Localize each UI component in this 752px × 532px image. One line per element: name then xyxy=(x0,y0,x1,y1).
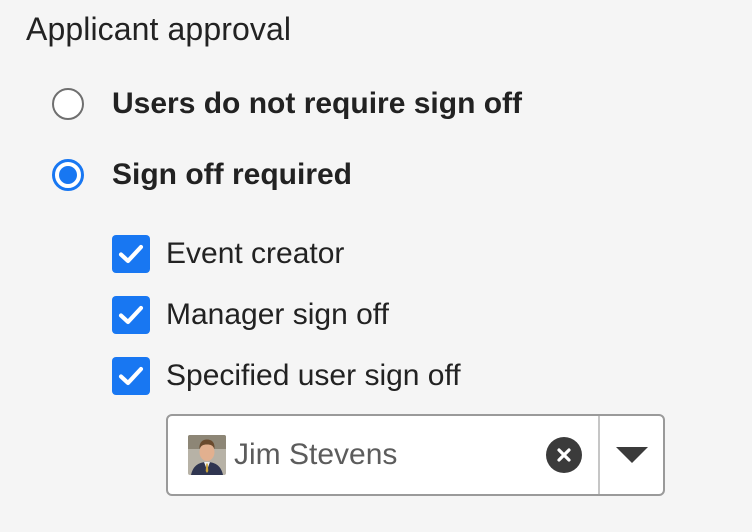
radio-option-sign-off-required[interactable]: Sign off required xyxy=(52,157,352,193)
checkbox-checked-icon[interactable] xyxy=(112,357,150,395)
checkmark-icon xyxy=(118,305,144,325)
selected-user-name: Jim Stevens xyxy=(234,438,398,471)
checkbox-label-specified-user-sign-off: Specified user sign off xyxy=(166,359,461,392)
checkmark-icon xyxy=(118,366,144,386)
checkbox-checked-icon[interactable] xyxy=(112,235,150,273)
radio-unchecked-icon[interactable] xyxy=(52,88,84,120)
close-icon xyxy=(557,448,571,462)
radio-label-no-sign-off: Users do not require sign off xyxy=(112,87,523,120)
checkmark-icon xyxy=(118,244,144,264)
dropdown-toggle-button[interactable] xyxy=(600,416,663,494)
selected-user[interactable]: Jim Stevens xyxy=(168,416,598,494)
radio-label-sign-off-required: Sign off required xyxy=(112,158,352,191)
checkbox-manager-sign-off[interactable]: Manager sign off xyxy=(112,296,389,334)
checkbox-specified-user-sign-off[interactable]: Specified user sign off xyxy=(112,357,461,395)
avatar-photo-icon xyxy=(188,435,226,475)
checkbox-label-event-creator: Event creator xyxy=(166,237,345,270)
specified-user-select[interactable]: Jim Stevens xyxy=(166,414,665,496)
checkbox-event-creator[interactable]: Event creator xyxy=(112,235,344,273)
checkbox-label-manager-sign-off: Manager sign off xyxy=(166,298,389,331)
caret-down-icon xyxy=(615,447,648,463)
applicant-approval-panel: Applicant approval Users do not require … xyxy=(0,0,752,532)
user-avatar xyxy=(188,435,226,475)
radio-checked-icon[interactable] xyxy=(52,159,84,191)
radio-option-no-sign-off[interactable]: Users do not require sign off xyxy=(52,86,522,122)
clear-circle-x-icon[interactable] xyxy=(546,437,582,473)
section-title: Applicant approval xyxy=(26,11,292,47)
checkbox-checked-icon[interactable] xyxy=(112,296,150,334)
radio-dot xyxy=(59,166,77,184)
